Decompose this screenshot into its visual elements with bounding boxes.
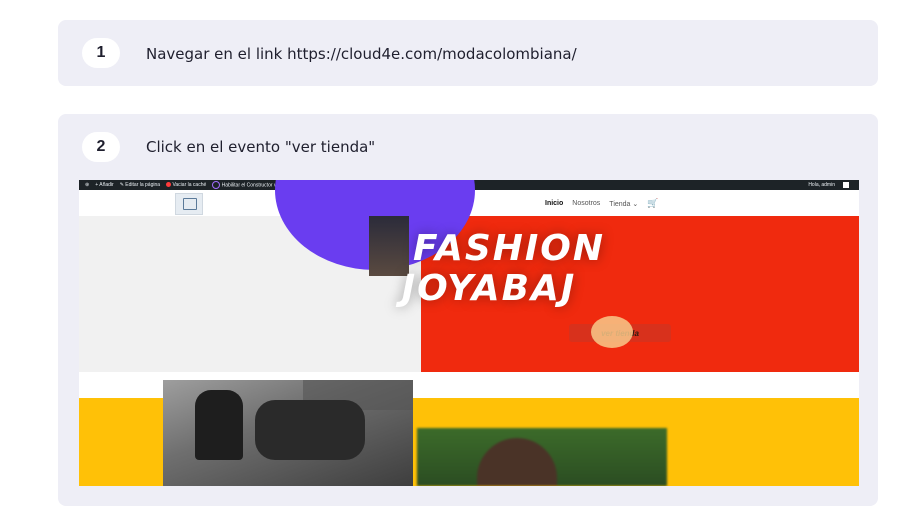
step-number: 1	[82, 38, 120, 68]
admin-add[interactable]: + Añadir	[95, 182, 114, 188]
nav-inicio[interactable]: Inicio	[545, 200, 563, 207]
nav-nosotros[interactable]: Nosotros	[572, 200, 600, 207]
hero-title-line1: FASHION	[413, 228, 605, 269]
cart-icon[interactable]: 🛒	[647, 198, 658, 209]
admin-edit-page[interactable]: ✎ Editar la página	[120, 182, 160, 188]
step-card-2: 2 Click en el evento "ver tienda" ⊛ + Añ…	[58, 114, 878, 506]
step-card-1: 1 Navegar en el link https://cloud4e.com…	[58, 20, 878, 86]
avatar[interactable]	[843, 182, 849, 188]
site-logo[interactable]	[175, 193, 203, 215]
click-indicator	[591, 316, 633, 348]
portrait-photo	[417, 428, 667, 486]
wordpress-icon[interactable]: ⊛	[85, 182, 89, 188]
workout-photo	[163, 380, 413, 486]
admin-greeting[interactable]: Hola, admin	[808, 182, 835, 188]
step-number: 2	[82, 132, 120, 162]
website-screenshot: ⊛ + Añadir ✎ Editar la página Vaciar la …	[79, 180, 859, 486]
main-nav: Inicio Nosotros Tienda ⌄ 🛒	[545, 198, 659, 209]
step-instruction: Click en el evento "ver tienda"	[146, 138, 376, 156]
nav-tienda[interactable]: Tienda ⌄	[609, 200, 638, 208]
admin-clear-cache[interactable]: Vaciar la caché	[166, 182, 206, 188]
hero-title-line2: JOYABAJ	[401, 268, 577, 309]
step-instruction: Navegar en el link https://cloud4e.com/m…	[146, 45, 577, 63]
